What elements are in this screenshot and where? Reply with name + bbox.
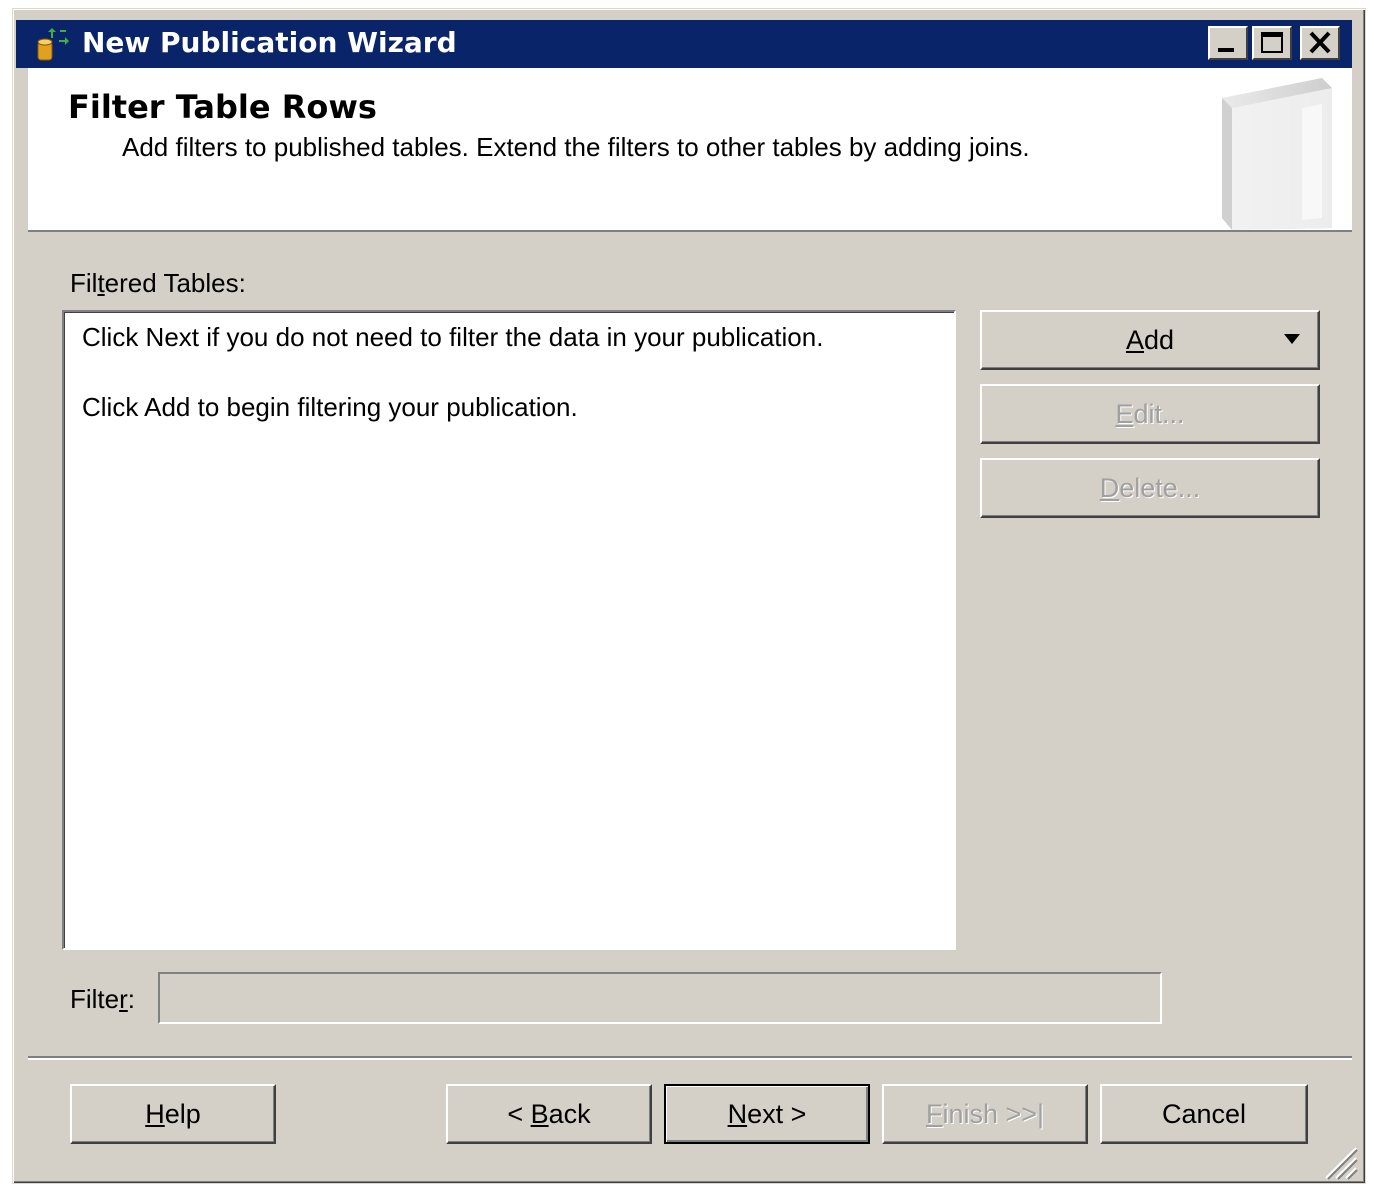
help-button[interactable]: Help [70, 1084, 276, 1144]
cancel-button[interactable]: Cancel [1100, 1084, 1308, 1144]
filter-field[interactable] [158, 972, 1162, 1024]
filter-label: Filter: [70, 984, 136, 1014]
window-title: New Publication Wizard [82, 26, 457, 59]
resize-grip-icon[interactable] [1320, 1142, 1358, 1180]
footer-separator [28, 1056, 1352, 1060]
dropdown-arrow-icon [1284, 334, 1300, 344]
add-button-label: Add [1125, 324, 1175, 355]
delete-button-label: Delete... [1099, 472, 1201, 503]
maximize-icon [1261, 32, 1283, 53]
back-button-label: < Back [507, 1098, 591, 1129]
minimize-icon [1218, 48, 1234, 52]
help-button-label: Help [145, 1098, 201, 1129]
close-button[interactable] [1300, 26, 1340, 60]
next-button-label: Next > [727, 1098, 807, 1129]
edit-button[interactable]: Edit... [980, 384, 1320, 444]
edit-button-label: Edit... [1115, 398, 1185, 429]
page-subtitle: Add filters to published tables. Extend … [122, 132, 1030, 162]
filtered-tables-label: Filtered Tables: [70, 268, 246, 298]
delete-button[interactable]: Delete... [980, 458, 1320, 518]
title-bar[interactable]: New Publication Wizard [16, 20, 1352, 68]
maximize-button[interactable] [1252, 26, 1292, 60]
list-hint-line: Click Next if you do not need to filter … [82, 322, 824, 352]
filtered-tables-list[interactable]: Click Next if you do not need to filter … [62, 310, 956, 950]
publication-wizard-icon [37, 28, 69, 61]
minimize-button[interactable] [1208, 26, 1248, 60]
cancel-button-label: Cancel [1161, 1098, 1247, 1129]
close-icon [1309, 31, 1331, 54]
add-button[interactable]: Add [980, 310, 1320, 370]
page-title: Filter Table Rows [68, 88, 377, 126]
back-button[interactable]: < Back [446, 1084, 652, 1144]
wizard-book-graphic [1222, 78, 1332, 230]
finish-button[interactable]: Finish >>| [882, 1084, 1088, 1144]
next-button[interactable]: Next > [664, 1084, 870, 1144]
finish-button-label: Finish >>| [925, 1098, 1045, 1129]
list-hint-line: Click Add to begin filtering your public… [82, 392, 578, 422]
wizard-header: Filter Table Rows Add filters to publish… [28, 68, 1352, 232]
